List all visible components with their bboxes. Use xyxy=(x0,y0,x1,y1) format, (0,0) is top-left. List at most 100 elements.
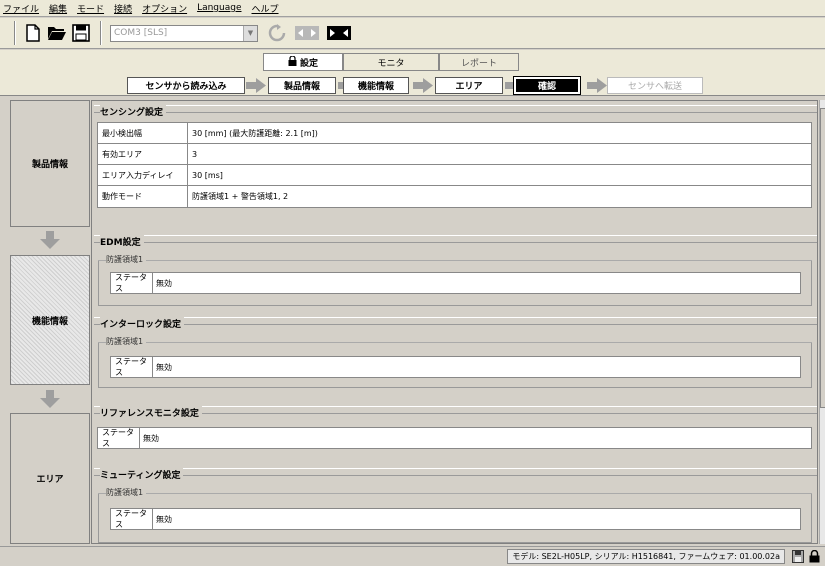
step-label: 機能情報 xyxy=(357,82,394,92)
menu-help[interactable]: ヘルプ xyxy=(252,2,279,15)
arrow-right-icon xyxy=(413,78,433,93)
sub-divider xyxy=(98,342,812,343)
arrow-down-icon xyxy=(40,390,60,408)
table-row: エリア入力ディレイ 30 [ms] xyxy=(98,165,811,186)
interlock-section: インターロック設定 防護領域1 ステータス 無効 xyxy=(94,317,817,391)
row-label: 動作モード xyxy=(98,186,188,207)
menu-connect[interactable]: 接続 xyxy=(114,2,132,15)
toolbar: COM3 [SLS] ▼ xyxy=(0,18,825,49)
menu-file[interactable]: ファイル xyxy=(3,2,39,15)
chevron-down-icon[interactable]: ▼ xyxy=(243,25,257,41)
table-row: 有効エリア 3 xyxy=(98,144,811,165)
status-value: 無効 xyxy=(156,278,172,288)
sensing-section: センシング設定 最小検出幅 30 [mm] (最大防護距離: 2.1 [m]) … xyxy=(94,105,817,227)
refresh-icon[interactable] xyxy=(266,22,288,44)
tab-report-label: レポート xyxy=(460,58,497,69)
vertical-scrollbar[interactable] xyxy=(819,100,825,544)
nav-label: 製品情報 xyxy=(31,160,68,170)
step-label: 確認 xyxy=(537,82,556,92)
row-value: 30 [mm] (最大防護距離: 2.1 [m]) xyxy=(192,128,318,138)
left-navigation: 製品情報 機能情報 エリア xyxy=(10,100,90,544)
scrollbar-thumb[interactable] xyxy=(820,108,825,408)
new-file-icon[interactable] xyxy=(22,22,44,44)
status-bar: モデル: SE2L-H05LP, シリアル: H1516841, ファームウェア… xyxy=(0,546,825,566)
status-value: 無効 xyxy=(143,433,159,443)
menu-edit[interactable]: 編集 xyxy=(49,2,67,15)
model-info: モデル: SE2L-H05LP, シリアル: H1516841, ファームウェア… xyxy=(507,549,785,564)
muting-title: ミューティング設定 xyxy=(100,468,184,481)
table-row: 動作モード 防護領域1 + 警告領域1, 2 xyxy=(98,186,811,207)
edm-status-field: ステータス 無効 xyxy=(110,272,801,294)
toolbar-divider xyxy=(14,21,16,45)
step-product-info[interactable]: 製品情報 xyxy=(268,77,336,94)
com-port-value: COM3 [SLS] xyxy=(114,28,168,38)
save-icon[interactable] xyxy=(70,22,92,44)
edm-title: EDM設定 xyxy=(100,235,144,248)
tab-settings[interactable]: 設定 xyxy=(263,53,343,71)
muting-status-field: ステータス 無効 xyxy=(110,508,801,530)
row-label: 最小検出幅 xyxy=(98,123,188,143)
menu-bar: ファイル 編集 モード 接続 オプション Language ヘルプ xyxy=(0,0,825,17)
menu-language[interactable]: Language xyxy=(197,3,241,13)
step-read-from-sensor[interactable]: センサから読み込み xyxy=(127,77,245,94)
step-area[interactable]: エリア xyxy=(435,77,503,94)
step-label: 製品情報 xyxy=(283,82,320,92)
menu-mode[interactable]: モード xyxy=(77,2,104,15)
arrow-right-icon xyxy=(246,78,266,93)
tab-monitor-label: モニタ xyxy=(377,58,405,69)
sensing-table: 最小検出幅 30 [mm] (最大防護距離: 2.1 [m]) 有効エリア 3 … xyxy=(97,122,812,208)
status-label: ステータス xyxy=(111,357,153,377)
row-value: 防護領域1 + 警告領域1, 2 xyxy=(192,192,289,201)
row-label: エリア入力ディレイ xyxy=(98,165,188,185)
row-value: 3 xyxy=(192,149,198,159)
tab-report[interactable]: レポート xyxy=(439,53,519,71)
tab-monitor[interactable]: モニタ xyxy=(343,53,439,71)
group-divider xyxy=(94,475,817,476)
menu-options[interactable]: オプション xyxy=(142,2,187,15)
lock-icon[interactable] xyxy=(807,549,821,564)
nav-label: エリア xyxy=(36,475,64,485)
edm-section: EDM設定 防護領域1 ステータス 無効 xyxy=(94,235,817,309)
group-divider xyxy=(94,112,817,113)
sub-divider xyxy=(98,260,812,261)
workflow-area: 設定 モニタ レポート センサから読み込み 製品情報 機能情報 エリア 確認 セ… xyxy=(0,50,825,96)
disconnect-icon[interactable] xyxy=(294,22,320,44)
sub-divider xyxy=(98,493,812,494)
muting-section: ミューティング設定 防護領域1 ステータス 無効 xyxy=(94,468,817,543)
status-label: ステータス xyxy=(98,428,140,448)
row-value: 30 [ms] xyxy=(192,170,223,180)
arrow-down-icon xyxy=(40,231,60,249)
status-label: ステータス xyxy=(111,509,153,529)
lock-icon xyxy=(288,54,297,69)
interlock-sub-title: 防護領域1 xyxy=(106,336,147,347)
status-value: 無効 xyxy=(156,362,172,372)
step-write-to-sensor[interactable]: センサへ転送 xyxy=(607,77,703,94)
step-label: エリア xyxy=(455,82,483,92)
toolbar-divider xyxy=(100,21,102,45)
save-icon[interactable] xyxy=(791,549,805,564)
reference-status-field: ステータス 無効 xyxy=(97,427,812,449)
sensing-title: センシング設定 xyxy=(100,105,167,118)
arrow-right-icon xyxy=(587,78,607,93)
step-label: センサから読み込み xyxy=(145,82,227,92)
nav-product-info[interactable]: 製品情報 xyxy=(10,100,90,227)
com-port-select[interactable]: COM3 [SLS] ▼ xyxy=(110,24,258,42)
table-row: 最小検出幅 30 [mm] (最大防護距離: 2.1 [m]) xyxy=(98,123,811,144)
nav-function-info[interactable]: 機能情報 xyxy=(10,255,90,385)
step-function-info[interactable]: 機能情報 xyxy=(343,77,409,94)
muting-sub-title: 防護領域1 xyxy=(106,487,147,498)
tab-settings-label: 設定 xyxy=(299,58,318,69)
reference-section: リファレンスモニタ設定 ステータス 無効 xyxy=(94,406,817,462)
step-confirm[interactable]: 確認 xyxy=(513,76,581,95)
open-folder-icon[interactable] xyxy=(46,22,68,44)
main-content: センシング設定 最小検出幅 30 [mm] (最大防護距離: 2.1 [m]) … xyxy=(91,100,818,544)
status-value: 無効 xyxy=(156,514,172,524)
row-label: 有効エリア xyxy=(98,144,188,164)
group-divider xyxy=(94,413,817,414)
group-divider xyxy=(94,324,817,325)
connect-icon[interactable] xyxy=(326,22,352,44)
nav-area[interactable]: エリア xyxy=(10,413,90,544)
status-label: ステータス xyxy=(111,273,153,293)
interlock-status-field: ステータス 無効 xyxy=(110,356,801,378)
nav-label: 機能情報 xyxy=(31,316,68,327)
